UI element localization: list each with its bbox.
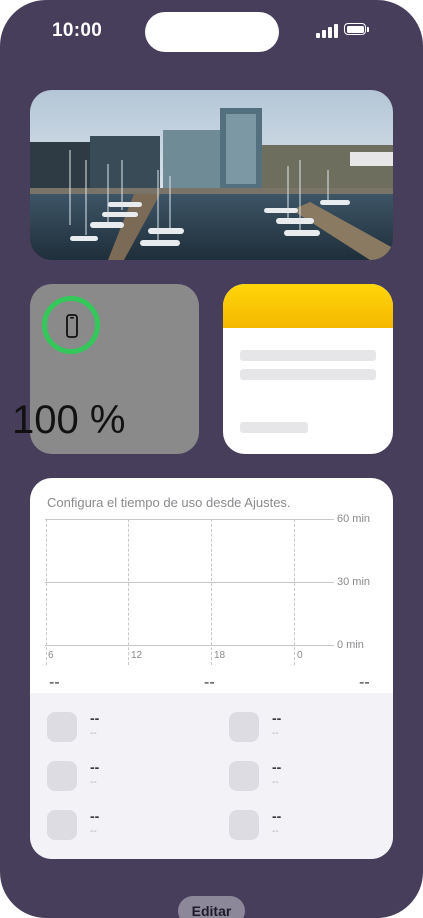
x-tick-12: 12 <box>131 650 143 661</box>
app-time: -- <box>90 777 97 788</box>
app-icon-placeholder <box>229 810 259 840</box>
y-label-30: 30 min <box>337 576 371 588</box>
home-screen: 10:00 100 % Configura el tiempo de uso d… <box>0 0 423 918</box>
app-time: -- <box>90 728 97 739</box>
gridline-30 <box>45 582 334 583</box>
x-tick-6: 6 <box>48 650 54 661</box>
screen-time-message: Configura el tiempo de uso desde Ajustes… <box>47 495 291 510</box>
app-name: -- <box>272 759 282 775</box>
app-icon-placeholder <box>47 761 77 791</box>
app-time: -- <box>90 826 97 837</box>
app-name: -- <box>90 710 100 726</box>
app-name: -- <box>90 759 100 775</box>
summary-value: -- <box>204 674 215 691</box>
notes-header <box>223 284 393 328</box>
x-tick-18: 18 <box>214 650 226 661</box>
gridline-0h <box>294 519 295 665</box>
x-tick-0: 0 <box>297 650 303 661</box>
gridline-6 <box>46 519 47 665</box>
note-line-placeholder <box>240 350 376 361</box>
app-time: -- <box>272 826 279 837</box>
y-label-0: 0 min <box>337 639 364 651</box>
battery-percent: 100 % <box>12 398 126 442</box>
app-icon-placeholder <box>47 810 77 840</box>
gridline-60 <box>45 519 334 520</box>
app-name: -- <box>90 808 100 824</box>
y-label-60: 60 min <box>337 513 371 525</box>
gridline-18 <box>211 519 212 665</box>
status-time: 10:00 <box>52 20 103 41</box>
app-icon-placeholder <box>229 761 259 791</box>
screen-time-widget[interactable]: Configura el tiempo de uso desde Ajustes… <box>30 478 393 859</box>
gridline-0 <box>45 645 334 646</box>
iphone-icon <box>66 314 78 338</box>
app-time: -- <box>272 728 279 739</box>
app-icon-placeholder <box>47 712 77 742</box>
edit-button[interactable]: Editar <box>178 896 245 918</box>
app-usage-list: -- -- -- -- -- -- -- -- -- -- -- -- <box>30 693 393 859</box>
battery-icon <box>344 23 370 37</box>
usage-chart: 60 min 30 min 0 min 6 12 18 0 <box>45 513 393 665</box>
gridline-12 <box>128 519 129 665</box>
app-name: -- <box>272 710 282 726</box>
dynamic-island <box>145 12 279 52</box>
app-name: -- <box>272 808 282 824</box>
notes-widget[interactable] <box>223 284 393 454</box>
photo-widget[interactable] <box>30 90 393 260</box>
status-bar: 10:00 <box>0 0 423 64</box>
app-icon-placeholder <box>229 712 259 742</box>
summary-value: -- <box>49 674 60 691</box>
summary-value: -- <box>359 674 370 691</box>
signal-bars-icon <box>316 24 338 38</box>
note-line-placeholder <box>240 369 376 380</box>
harbor-marina-photo <box>30 90 393 260</box>
note-line-placeholder <box>240 422 308 433</box>
app-time: -- <box>272 777 279 788</box>
